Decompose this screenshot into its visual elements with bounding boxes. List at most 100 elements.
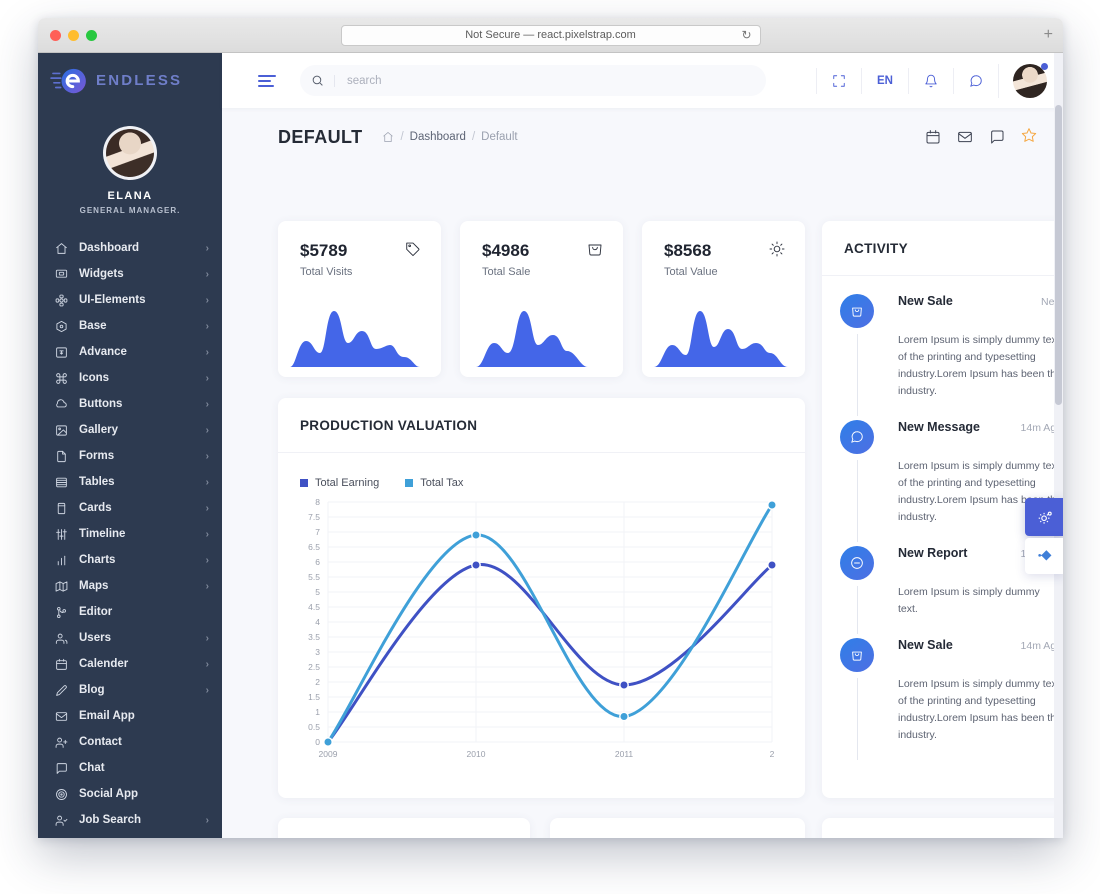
image-icon: [54, 423, 69, 438]
activity-title: New Report: [898, 546, 968, 560]
minimize-window-button[interactable]: [68, 29, 79, 41]
sidebar-item-gallery[interactable]: Gallery ›: [38, 417, 222, 443]
legend-item-total-tax[interactable]: Total Tax: [405, 477, 463, 489]
brand-logo[interactable]: ENDLESS: [38, 53, 222, 108]
file-icon: [54, 449, 69, 464]
sidebar-item-job-search[interactable]: Job Search ›: [38, 807, 222, 833]
sidebar-item-ui-elements[interactable]: UI-Elements ›: [38, 287, 222, 313]
card-icon: [54, 501, 69, 516]
page-header: DEFAULT / Dashboard / Default: [222, 108, 1063, 166]
notifications-button[interactable]: [908, 67, 953, 94]
browser-chrome: Not Secure — react.pixelstrap.com ↻ +: [38, 18, 1063, 53]
close-window-button[interactable]: [50, 29, 61, 41]
shopping-bag-icon: [852, 651, 862, 661]
bell-icon: [925, 74, 937, 87]
svg-text:2: 2: [315, 677, 320, 687]
new-tab-icon[interactable]: +: [1044, 26, 1053, 44]
activity-item[interactable]: New Sale 14m Ago Lorem Ipsum is simply dum…: [840, 638, 1062, 764]
sidebar-item-users[interactable]: Users ›: [38, 625, 222, 651]
stat-card-total-visits[interactable]: $5789 Total Visits: [278, 221, 441, 377]
sidebar-item-contact[interactable]: Contact: [38, 729, 222, 755]
search-bar[interactable]: [300, 65, 766, 96]
sidebar-item-timeline[interactable]: Timeline ›: [38, 521, 222, 547]
sidebar-item-label: Social App: [79, 788, 138, 800]
svg-text:7.5: 7.5: [308, 512, 320, 522]
user-plus-icon: [54, 735, 69, 750]
settings-fab-button[interactable]: [1025, 498, 1063, 536]
card-title: ACTIVITY: [844, 240, 908, 256]
activity-item[interactable]: New Sale New Lorem Ipsum is simply dummy t…: [840, 294, 1062, 420]
widget-icon: [54, 267, 69, 282]
viewport-scrollbar[interactable]: [1054, 53, 1063, 838]
breadcrumb-item-dashboard[interactable]: Dashboard: [410, 131, 466, 143]
sidebar-item-social-app[interactable]: Social App: [38, 781, 222, 807]
fullscreen-button[interactable]: [816, 67, 861, 94]
chevron-right-icon: ›: [205, 580, 209, 592]
chevron-right-icon: ›: [205, 242, 209, 254]
sidebar-item-forms[interactable]: Forms ›: [38, 443, 222, 469]
chevron-right-icon: ›: [205, 502, 209, 514]
maximize-window-button[interactable]: [86, 29, 97, 41]
stat-card-total-value[interactable]: $8568 Total Value: [642, 221, 805, 377]
breadcrumb-separator-1: /: [400, 131, 404, 143]
svg-text:4.5: 4.5: [308, 602, 320, 612]
hamburger-icon[interactable]: [258, 74, 276, 87]
mail-icon[interactable]: [957, 129, 973, 145]
search-input[interactable]: [334, 74, 766, 87]
legend-item-total-earning[interactable]: Total Earning: [300, 477, 379, 489]
chevron-right-icon: ›: [205, 658, 209, 670]
chevron-right-icon: ›: [205, 268, 209, 280]
sidebar-item-cards[interactable]: Cards ›: [38, 495, 222, 521]
sidebar-item-dashboard[interactable]: Dashboard ›: [38, 235, 222, 261]
language-selector[interactable]: EN: [861, 67, 908, 94]
calendar-icon[interactable]: [925, 129, 941, 145]
reload-icon[interactable]: ↻: [741, 28, 751, 42]
sidebar-item-widgets[interactable]: Widgets ›: [38, 261, 222, 287]
chevron-right-icon: ›: [205, 450, 209, 462]
legend-label: Total Tax: [420, 477, 464, 489]
home-icon[interactable]: [382, 131, 394, 143]
sidebar-item-label: Tables: [79, 476, 115, 488]
sidebar-item-editor[interactable]: Editor: [38, 599, 222, 625]
sidebar-item-tables[interactable]: Tables ›: [38, 469, 222, 495]
svg-text:3: 3: [315, 647, 320, 657]
total-review-card[interactable]: TOTAL REVIEW Customer Review: [550, 818, 805, 838]
activity-icon-badge: [840, 638, 874, 672]
avatar[interactable]: [103, 126, 157, 180]
message-square-icon[interactable]: [989, 129, 1005, 145]
breadcrumb-item-default: Default: [481, 131, 518, 143]
stat-value: $5789: [300, 241, 348, 260]
sidebar-item-maps[interactable]: Maps ›: [38, 573, 222, 599]
card-title: PRODUCTION VALUATION: [300, 417, 478, 433]
scrollbar-thumb[interactable]: [1055, 105, 1062, 405]
activity-title: New Sale: [898, 638, 953, 652]
svg-text:2: 2: [770, 749, 775, 759]
sidebar-item-advance[interactable]: Advance ›: [38, 339, 222, 365]
stat-card-total-sale[interactable]: $4986 Total Sale: [460, 221, 623, 377]
chat-button[interactable]: [953, 67, 998, 94]
production-line-chart[interactable]: 0 0.5 1 1.5 2 2.5 3 3.5 4 4.5 5 5.5 6 6.5 7 7.5 8 2009 201…: [278, 490, 805, 790]
breadcrumb: / Dashboard / Default: [382, 131, 518, 143]
sidebar-item-buttons[interactable]: Buttons ›: [38, 391, 222, 417]
sidebar-item-blog[interactable]: Blog ›: [38, 677, 222, 703]
window-controls[interactable]: [50, 29, 97, 41]
sidebar-nav: Dashboard › Widgets › UI-Elements › Base › Advan…: [38, 235, 222, 833]
sidebar-item-label: Contact: [79, 736, 122, 748]
sidebar-item-calender[interactable]: Calender ›: [38, 651, 222, 677]
sidebar-item-chat[interactable]: Chat: [38, 755, 222, 781]
sidebar-item-icons[interactable]: Icons ›: [38, 365, 222, 391]
stat-value: $8568: [664, 241, 712, 260]
sidebar-item-charts[interactable]: Charts ›: [38, 547, 222, 573]
address-bar[interactable]: Not Secure — react.pixelstrap.com ↻: [340, 24, 761, 46]
sparkline-chart: [476, 311, 588, 367]
activity-icon-badge: [840, 294, 874, 328]
production-valuation-header: PRODUCTION VALUATION: [278, 398, 805, 453]
sidebar-item-base[interactable]: Base ›: [38, 313, 222, 339]
online-card[interactable]: Online: [822, 818, 1063, 838]
sidebar-profile: ELANA GENERAL MANAGER.: [38, 108, 222, 229]
sidebar-item-label: Widgets: [79, 268, 124, 280]
star-icon[interactable]: [1021, 127, 1037, 148]
total-profit-card[interactable]: TOTAL PROFIT All Custom Income: [278, 818, 530, 838]
theme-fab-button[interactable]: [1025, 538, 1063, 574]
sidebar-item-email-app[interactable]: Email App: [38, 703, 222, 729]
